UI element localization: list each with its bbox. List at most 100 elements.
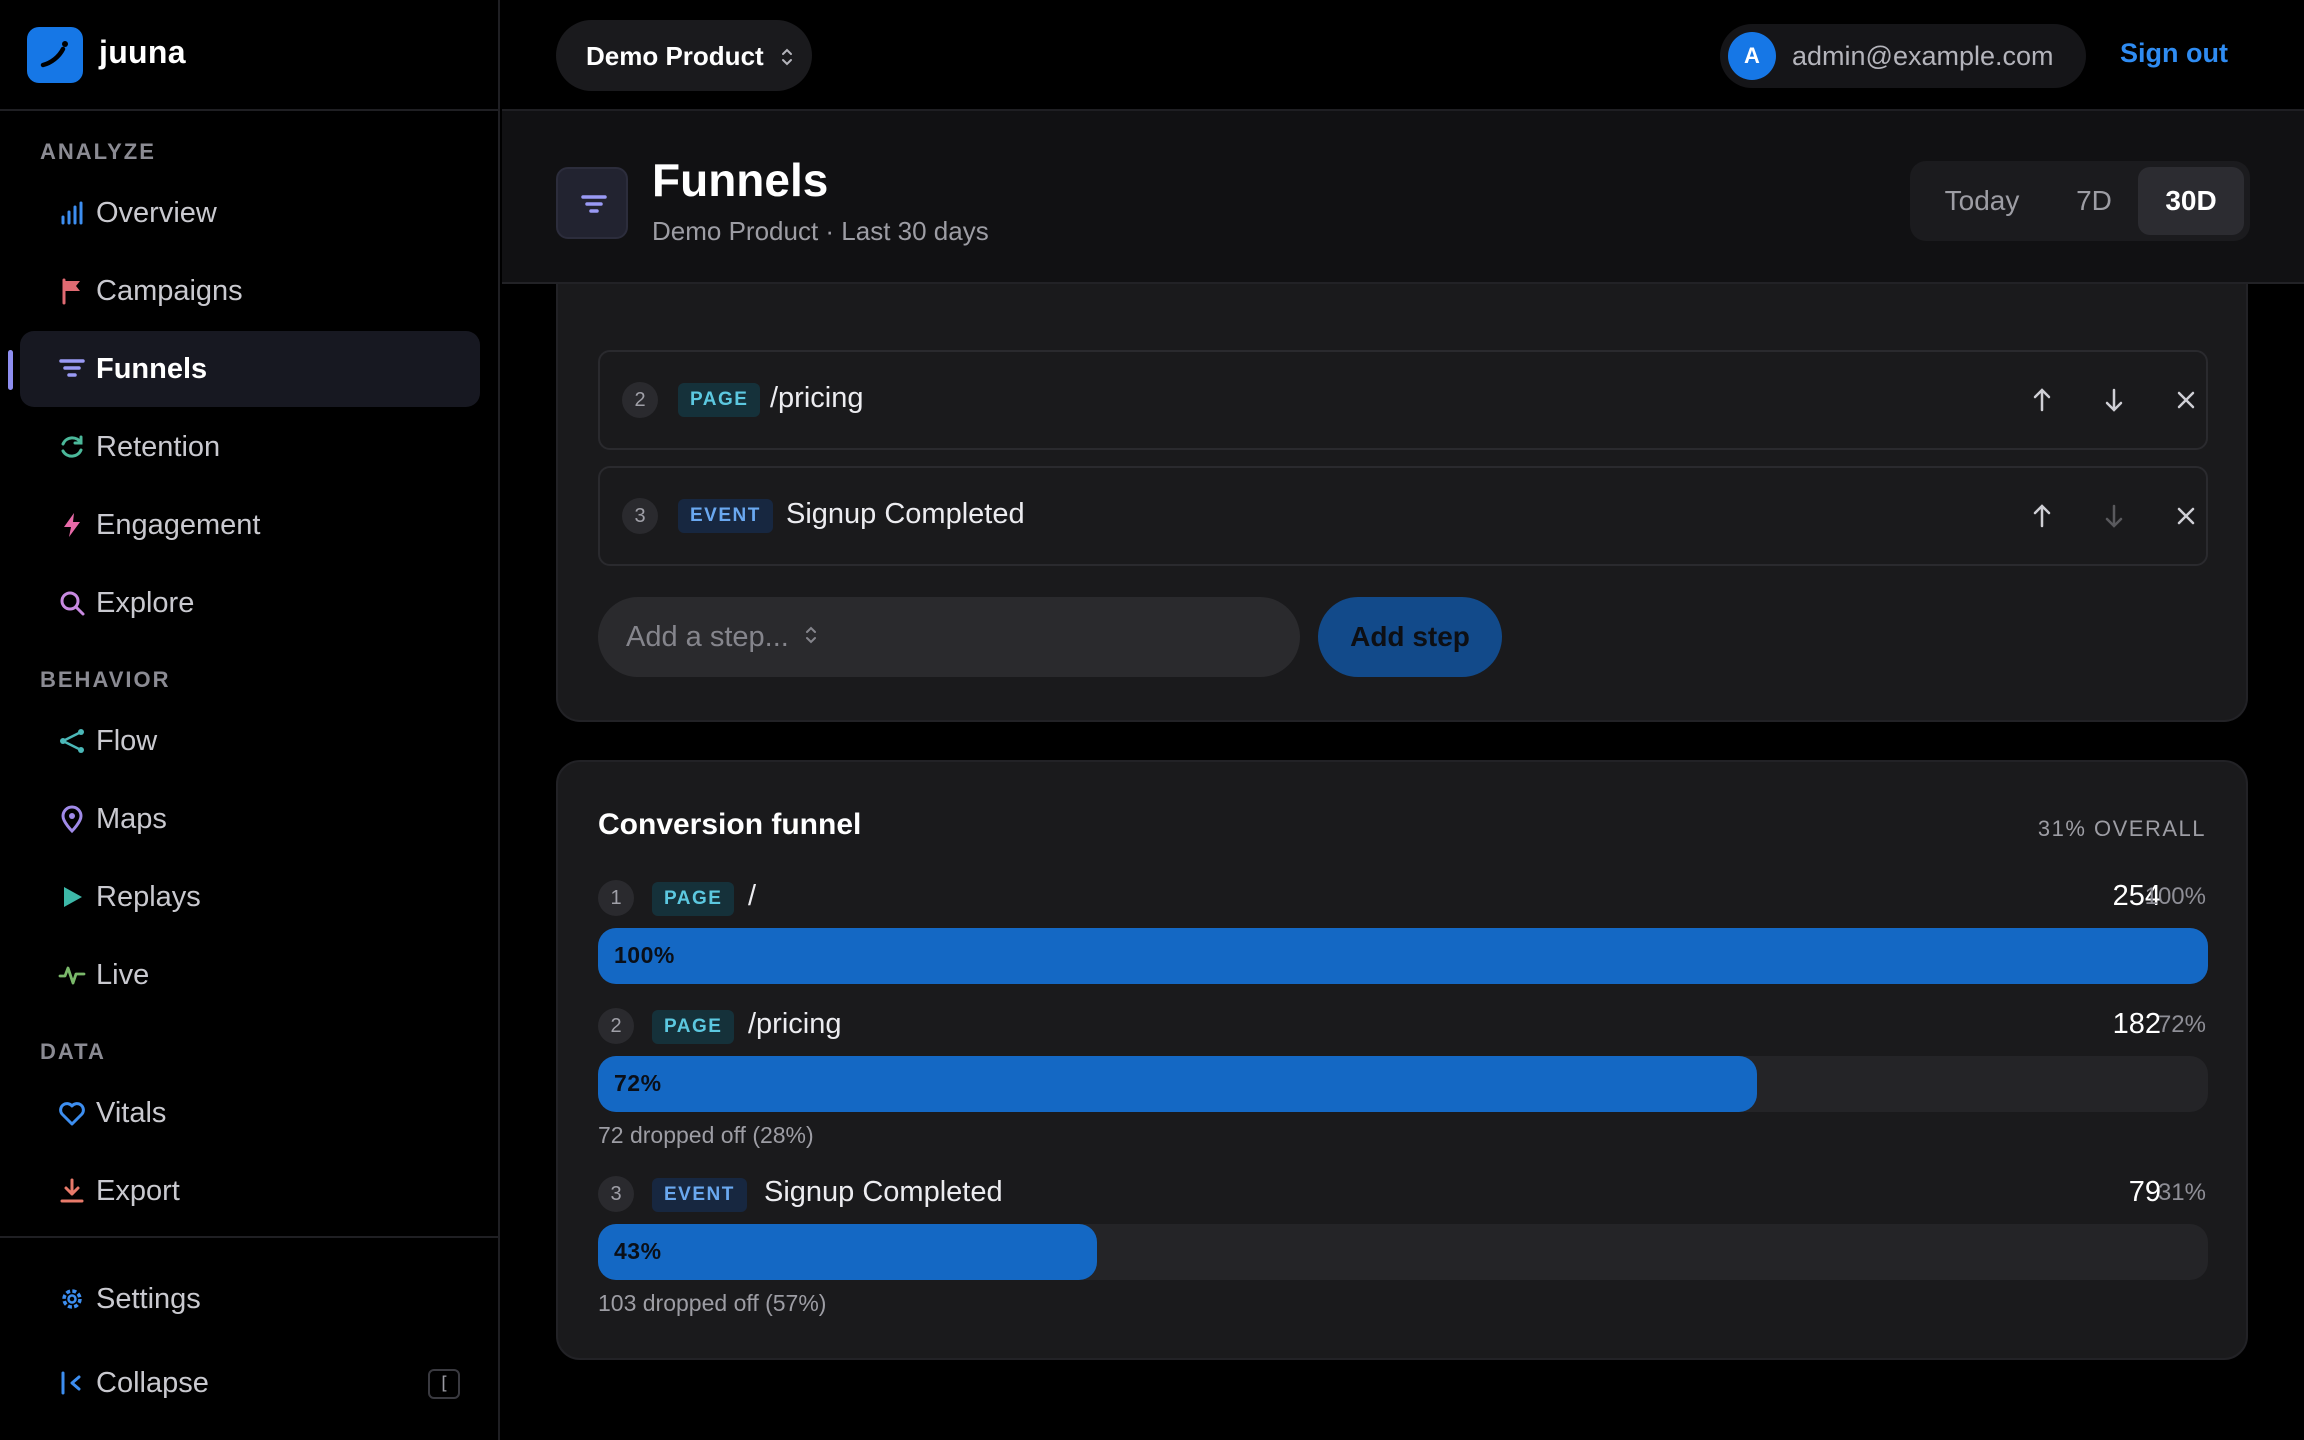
funnel-icon <box>59 359 85 377</box>
step-name: Signup Completed <box>786 498 1025 530</box>
sidebar-item-label: Explore <box>96 587 195 619</box>
chevron-updown-icon <box>806 626 816 644</box>
add-step-button[interactable]: Add step <box>1318 597 1502 677</box>
overall-conversion: 31% OVERALL <box>2037 816 2206 841</box>
sidebar-item-label: Maps <box>96 803 167 835</box>
brand-header: juuna <box>0 0 500 111</box>
add-step-select[interactable]: Add a step... <box>598 597 1300 677</box>
funnel-step-count: 182 <box>2112 1008 2161 1040</box>
collapse-button[interactable]: Collapse <box>20 1345 480 1421</box>
sidebar-item-label: Engagement <box>96 509 261 541</box>
user-menu[interactable]: A admin@example.com <box>1720 24 2086 88</box>
funnel-icon <box>556 167 628 239</box>
collapse-label: Collapse <box>96 1367 209 1399</box>
sidebar-item-maps[interactable]: Maps <box>20 781 480 857</box>
conversion-funnel-card: Conversion funnel 31% OVERALL 1 PAGE / 2… <box>556 760 2248 1360</box>
move-up-icon[interactable] <box>2024 498 2060 534</box>
logo-icon[interactable] <box>27 27 83 83</box>
sign-out-link[interactable]: Sign out <box>2120 38 2228 69</box>
step-type-badge: EVENT <box>678 499 773 533</box>
move-up-icon[interactable] <box>2024 382 2060 418</box>
settings-label: Settings <box>96 1283 201 1315</box>
funnel-bar-fill: 72% <box>598 1056 1758 1112</box>
sidebar-item-overview[interactable]: Overview <box>20 175 480 251</box>
sidebar-item-live[interactable]: Live <box>20 937 480 1013</box>
sidebar-item-flow[interactable]: Flow <box>20 703 480 779</box>
funnel-bar-fill: 100% <box>598 928 2208 984</box>
sidebar-item-label: Live <box>96 959 150 991</box>
search-icon <box>60 591 85 616</box>
download-icon <box>60 1178 84 1203</box>
product-name: Demo Product <box>586 41 764 71</box>
section-label-behavior: BEHAVIOR <box>40 667 171 692</box>
sidebar-item-label: Vitals <box>96 1097 167 1129</box>
close-icon[interactable] <box>2168 498 2204 534</box>
sidebar-item-label: Overview <box>96 197 217 229</box>
funnel-step-count: 79 <box>2128 1176 2161 1208</box>
funnel-bar-track: 72% <box>598 1056 2208 1112</box>
range-30d-button[interactable]: 30D <box>2138 167 2244 235</box>
range-today-button[interactable]: Today <box>1916 167 2048 235</box>
sidebar-item-funnels[interactable]: Funnels <box>20 331 480 407</box>
date-range-selector: Today 7D 30D <box>1910 161 2250 241</box>
sidebar-item-retention[interactable]: Retention <box>20 409 480 485</box>
share-icon <box>60 729 84 753</box>
chevron-updown-icon <box>782 48 792 66</box>
funnel-bar-label: 100% <box>614 942 675 968</box>
funnel-step-name: Signup Completed <box>764 1176 1003 1208</box>
dropped-off-text: 72 dropped off (28%) <box>598 1122 814 1148</box>
funnel-bar-label: 72% <box>614 1070 662 1096</box>
page-header: Funnels Demo Product · Last 30 days Toda… <box>502 111 2304 284</box>
funnel-step-badge: PAGE <box>652 1010 735 1044</box>
range-7d-button[interactable]: 7D <box>2048 167 2140 235</box>
sidebar-item-replays[interactable]: Replays <box>20 859 480 935</box>
funnel-step-badge: EVENT <box>652 1178 747 1212</box>
sidebar-item-engagement[interactable]: Engagement <box>20 487 480 563</box>
step-name: /pricing <box>770 382 864 414</box>
move-down-icon[interactable] <box>2096 498 2132 534</box>
funnel-bar-label: 43% <box>614 1238 662 1264</box>
heart-icon <box>59 1102 85 1126</box>
sidebar-item-label: Export <box>96 1175 180 1207</box>
funnel-step-number: 3 <box>598 1176 634 1212</box>
funnel-step-name: /pricing <box>748 1008 842 1040</box>
sidebar-item-campaigns[interactable]: Campaigns <box>20 253 480 329</box>
funnel-step-percent: 100% <box>2144 883 2206 910</box>
sidebar-item-label: Campaigns <box>96 275 243 307</box>
refresh-icon <box>61 435 83 458</box>
map-pin-icon <box>61 805 83 833</box>
activity-icon <box>58 966 86 985</box>
lightning-icon <box>64 513 80 537</box>
sidebar-item-vitals[interactable]: Vitals <box>20 1075 480 1151</box>
sidebar-item-settings[interactable]: Settings <box>20 1261 480 1337</box>
collapse-icon <box>61 1371 81 1395</box>
user-email: admin@example.com <box>1792 41 2054 71</box>
flag-icon <box>62 278 80 305</box>
sidebar-item-label: Replays <box>96 881 201 913</box>
sidebar-item-export[interactable]: Export <box>20 1153 480 1229</box>
section-label-analyze: ANALYZE <box>40 139 156 164</box>
top-bar: Demo Product A admin@example.com Sign ou… <box>502 0 2304 111</box>
funnel-bar-fill: 43% <box>598 1224 1098 1280</box>
step-type-badge: PAGE <box>678 383 761 417</box>
step-row: 3 EVENT Signup Completed <box>598 466 2208 566</box>
funnel-step-percent: 72% <box>2157 1011 2206 1038</box>
sidebar: juuna ANALYZE Overview Campaigns Funnels… <box>0 0 500 1440</box>
page-title: Funnels <box>652 154 829 206</box>
funnel-bar-track: 43% <box>598 1224 2208 1280</box>
funnel-bar-track: 100% <box>598 928 2208 984</box>
product-switcher[interactable]: Demo Product <box>556 20 812 91</box>
section-label-data: DATA <box>40 1039 106 1064</box>
funnel-step-number: 1 <box>598 880 634 916</box>
bar-chart-icon <box>61 201 83 225</box>
funnel-title: Conversion funnel <box>598 808 862 841</box>
active-indicator <box>8 350 13 390</box>
sidebar-item-label: Funnels <box>96 353 208 385</box>
close-icon[interactable] <box>2168 382 2204 418</box>
sidebar-divider <box>0 1236 500 1238</box>
sidebar-item-explore[interactable]: Explore <box>20 565 480 641</box>
page-subtitle: Demo Product · Last 30 days <box>652 216 989 246</box>
collapse-shortcut-key: [ <box>428 1369 460 1399</box>
funnel-step-percent: 31% <box>2157 1179 2206 1206</box>
move-down-icon[interactable] <box>2096 382 2132 418</box>
